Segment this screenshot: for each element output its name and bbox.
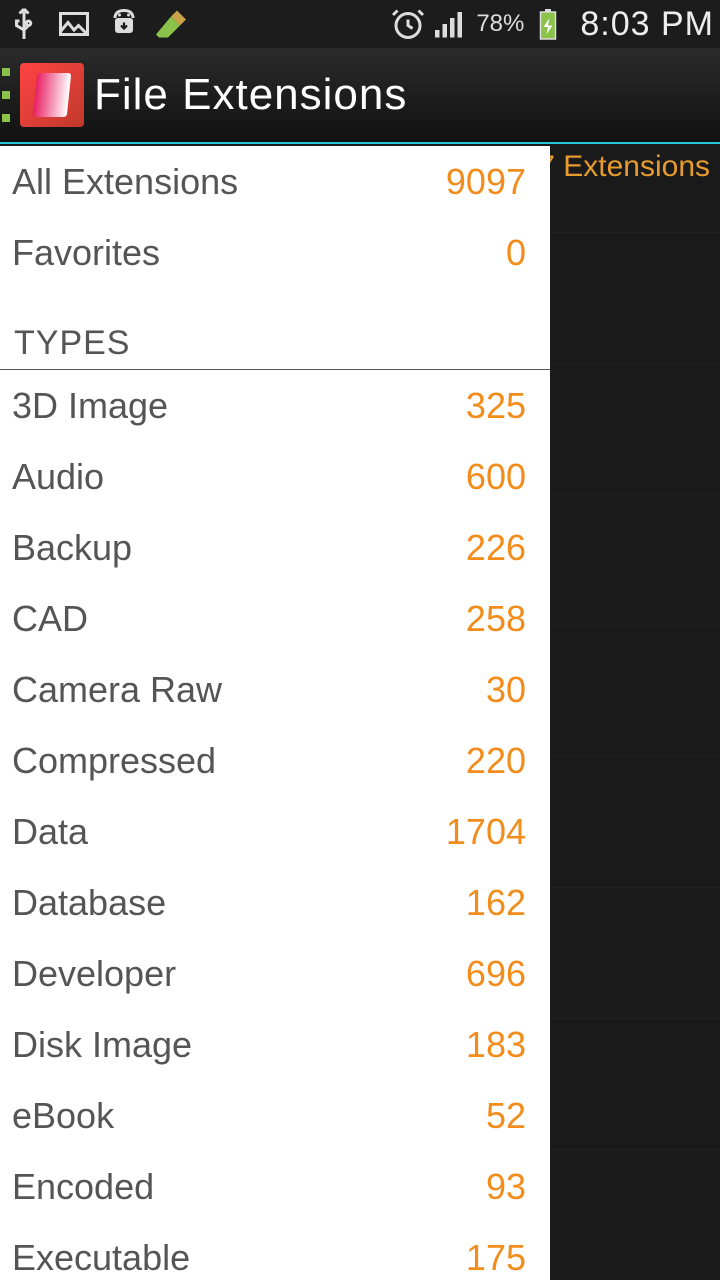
status-bar: 78% 8:03 PM: [0, 0, 720, 48]
drawer-item-count: 175: [466, 1237, 526, 1279]
drawer-item-count: 9097: [446, 161, 526, 203]
app-icon[interactable]: [20, 63, 84, 127]
drawer-item-count: 93: [486, 1166, 526, 1208]
drawer-item-count: 600: [466, 456, 526, 498]
drawer-top-list: All Extensions 9097 Favorites 0: [0, 146, 550, 288]
section-header-label: TYPES: [14, 324, 130, 363]
drawer-item-all-extensions[interactable]: All Extensions 9097: [0, 146, 550, 217]
drawer-item-cad[interactable]: CAD 258: [0, 583, 550, 654]
drawer-item-3d-image[interactable]: 3D Image 325: [0, 370, 550, 441]
drawer-item-label: Data: [12, 811, 88, 853]
broom-icon: [156, 6, 192, 42]
drawer-item-compressed[interactable]: Compressed 220: [0, 725, 550, 796]
page-title: File Extensions: [94, 70, 407, 120]
drawer-item-backup[interactable]: Backup 226: [0, 512, 550, 583]
drawer-item-label: 3D Image: [12, 385, 168, 427]
status-left: [6, 6, 390, 42]
drawer-item-count: 0: [506, 232, 526, 274]
drawer-item-label: Compressed: [12, 740, 216, 782]
drawer-item-audio[interactable]: Audio 600: [0, 441, 550, 512]
clock: 8:03 PM: [580, 5, 714, 44]
navigation-drawer: All Extensions 9097 Favorites 0 TYPES 3D…: [0, 146, 550, 1280]
status-right: 78% 8:03 PM: [390, 5, 714, 44]
alarm-icon: [390, 6, 426, 42]
title-bar: File Extensions: [0, 48, 720, 144]
drawer-item-label: Favorites: [12, 232, 160, 274]
drawer-item-label: eBook: [12, 1095, 114, 1137]
drawer-item-label: All Extensions: [12, 161, 238, 203]
drawer-item-count: 183: [466, 1024, 526, 1066]
drawer-item-label: Audio: [12, 456, 104, 498]
drawer-item-count: 30: [486, 669, 526, 711]
section-header-types: TYPES: [0, 294, 550, 370]
drawer-item-label: Camera Raw: [12, 669, 222, 711]
drawer-item-count: 162: [466, 882, 526, 924]
drawer-item-camera-raw[interactable]: Camera Raw 30: [0, 654, 550, 725]
drawer-item-count: 325: [466, 385, 526, 427]
drawer-item-database[interactable]: Database 162: [0, 867, 550, 938]
drawer-item-data[interactable]: Data 1704: [0, 796, 550, 867]
drawer-item-count: 1704: [446, 811, 526, 853]
drawer-item-label: Executable: [12, 1237, 190, 1279]
signal-icon: [432, 6, 468, 42]
drawer-item-label: CAD: [12, 598, 88, 640]
drawer-item-label: Disk Image: [12, 1024, 192, 1066]
drawer-item-developer[interactable]: Developer 696: [0, 938, 550, 1009]
drawer-item-label: Database: [12, 882, 166, 924]
drawer-types-list: 3D Image 325 Audio 600 Backup 226 CAD 25…: [0, 370, 550, 1280]
drawer-item-count: 220: [466, 740, 526, 782]
drawer-item-label: Developer: [12, 953, 176, 995]
battery-charging-icon: [530, 6, 566, 42]
drawer-item-count: 696: [466, 953, 526, 995]
drawer-item-label: Backup: [12, 527, 132, 569]
android-update-icon: [106, 6, 142, 42]
drawer-item-count: 226: [466, 527, 526, 569]
drawer-item-encoded[interactable]: Encoded 93: [0, 1151, 550, 1222]
battery-percentage: 78%: [476, 10, 524, 38]
drawer-item-favorites[interactable]: Favorites 0: [0, 217, 550, 288]
usb-icon: [6, 6, 42, 42]
drawer-item-ebook[interactable]: eBook 52: [0, 1080, 550, 1151]
drawer-item-count: 52: [486, 1095, 526, 1137]
picture-icon: [56, 6, 92, 42]
drawer-item-disk-image[interactable]: Disk Image 183: [0, 1009, 550, 1080]
drawer-item-count: 258: [466, 598, 526, 640]
drawer-item-executable[interactable]: Executable 175: [0, 1222, 550, 1280]
drawer-item-label: Encoded: [12, 1166, 154, 1208]
drawer-toggle-icon[interactable]: [2, 60, 14, 130]
